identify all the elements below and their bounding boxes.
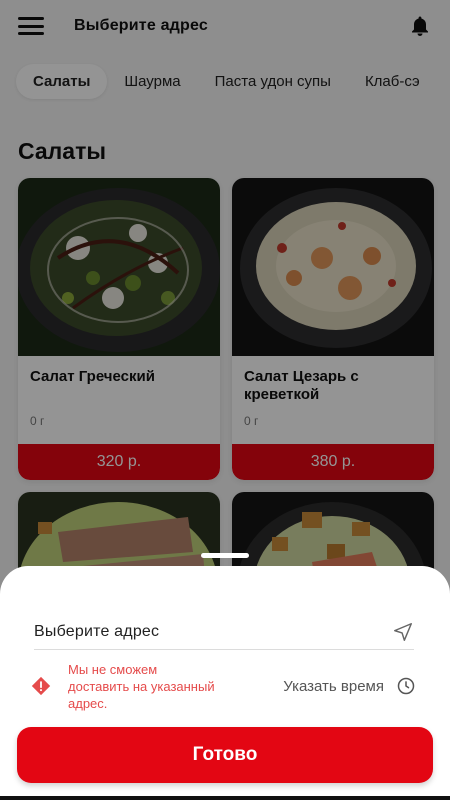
delivery-warning-text: Мы не сможем доставить на указанный адре… <box>68 661 215 711</box>
set-time-button[interactable]: Указать время <box>283 676 416 696</box>
clock-icon <box>397 677 415 695</box>
bottom-edge <box>0 796 450 800</box>
address-field[interactable]: Выберите адрес <box>34 623 159 641</box>
sheet-drag-handle[interactable] <box>201 553 249 558</box>
done-button[interactable]: Готово <box>17 727 433 783</box>
location-arrow-icon[interactable] <box>392 621 414 643</box>
delivery-warning-row: Мы не сможем доставить на указанный адре… <box>30 660 416 712</box>
warning-icon <box>31 676 51 696</box>
address-bottom-sheet: Выберите адрес Мы не сможем доставить на… <box>0 553 450 800</box>
set-time-label: Указать время <box>283 677 384 695</box>
address-input-row[interactable]: Выберите адрес <box>34 614 414 650</box>
